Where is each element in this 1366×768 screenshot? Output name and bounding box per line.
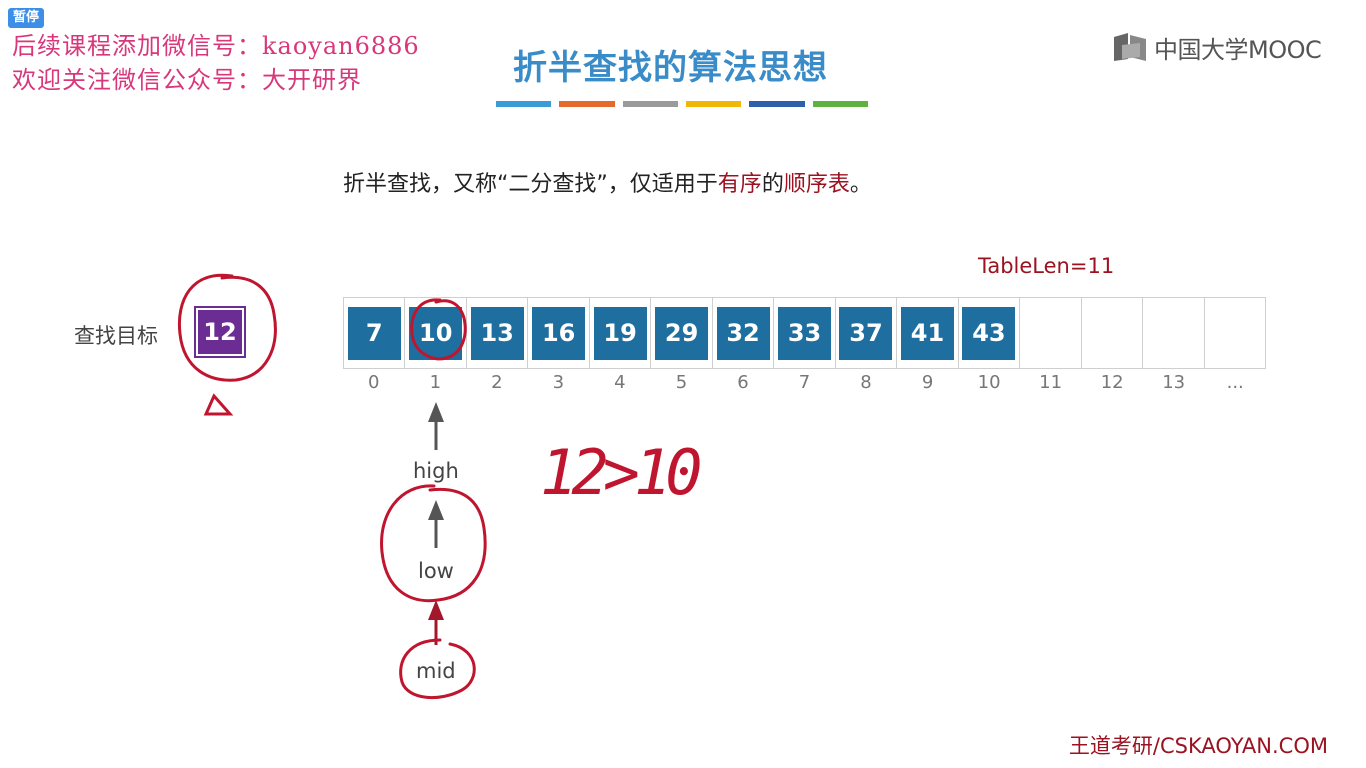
annotation-text-layer: 12>10	[540, 436, 706, 509]
footer-brand: 王道考研/CSKAOYAN.COM	[1068, 734, 1328, 758]
handwritten-comparison: 12>10	[540, 436, 700, 509]
